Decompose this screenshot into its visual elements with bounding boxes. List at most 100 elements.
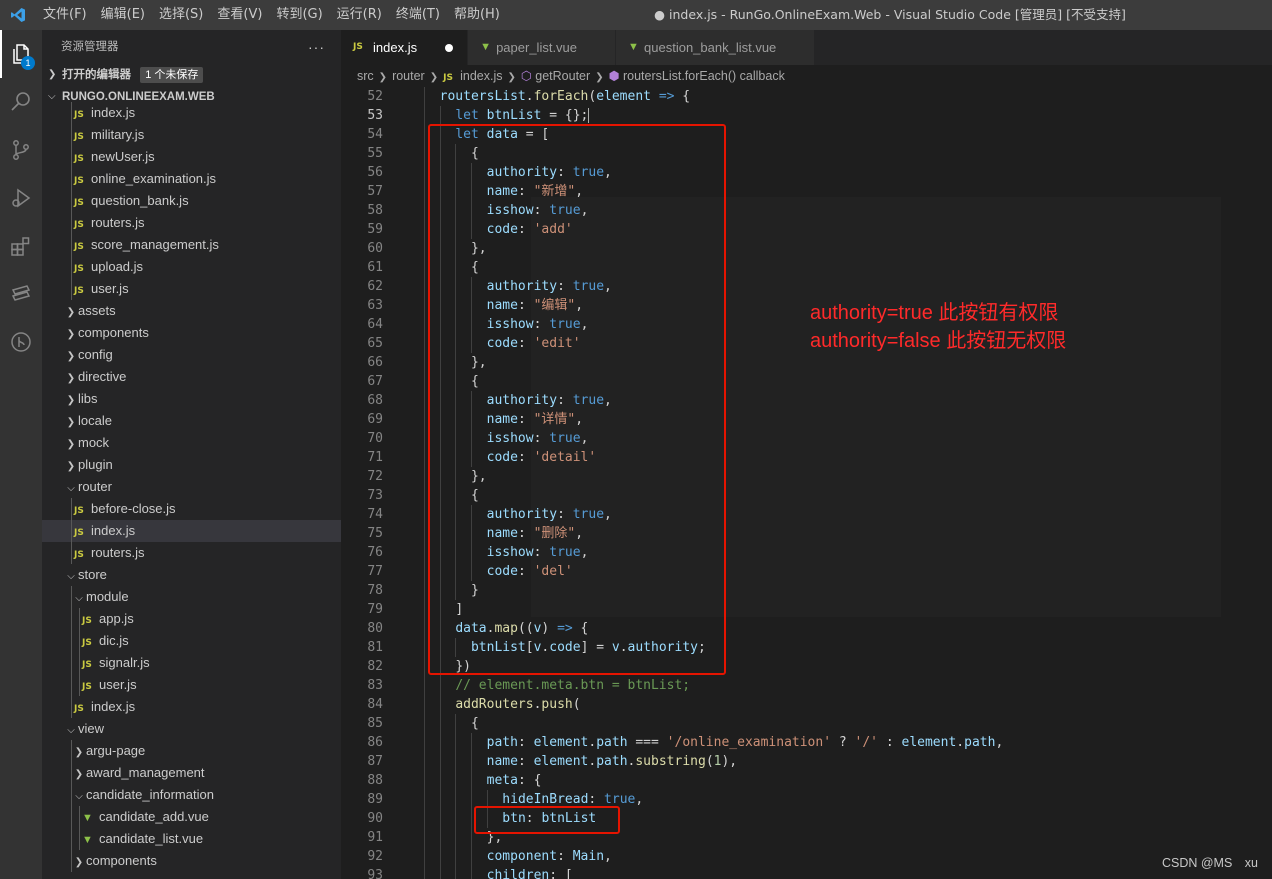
- code-token: :: [517, 735, 534, 750]
- code-token: let: [455, 108, 479, 123]
- line-number: 83: [367, 678, 383, 693]
- line-number: 63: [367, 298, 383, 313]
- file-item[interactable]: JS signalr.js: [42, 652, 341, 674]
- indent-guide: [424, 410, 425, 429]
- menu-item[interactable]: 文件(F): [36, 0, 94, 30]
- editor-tab[interactable]: ▼ paper_list.vue: [468, 30, 617, 65]
- breadcrumb-item[interactable]: index.js: [460, 69, 502, 83]
- file-item[interactable]: JS index.js: [42, 520, 341, 542]
- file-item[interactable]: JS military.js: [42, 124, 341, 146]
- indent-guide: [455, 847, 457, 866]
- file-item[interactable]: JS newUser.js: [42, 146, 341, 168]
- unsaved-dot-icon[interactable]: [445, 43, 454, 52]
- indent-guide: [71, 828, 72, 850]
- file-item[interactable]: JS question_bank.js: [42, 190, 341, 212]
- folder-item[interactable]: ❯ argu-page: [42, 740, 341, 762]
- indent-guide: [424, 809, 425, 828]
- line-number: 60: [367, 241, 383, 256]
- indent-guide: [455, 790, 457, 809]
- vue-file-icon: ▼: [480, 41, 491, 53]
- extensions-icon[interactable]: [0, 222, 42, 270]
- indent-guide: [470, 733, 472, 752]
- folder-item[interactable]: ❯ locale: [42, 410, 341, 432]
- open-editors-label: 打开的编辑器: [62, 69, 131, 81]
- file-item[interactable]: ▼ candidate_add.vue: [42, 806, 341, 828]
- menu-item[interactable]: 查看(V): [210, 0, 269, 30]
- code-token: path: [964, 735, 996, 750]
- indent-guide: [439, 771, 441, 790]
- folder-item[interactable]: ⌵ module: [42, 586, 341, 608]
- file-item[interactable]: JS score_management.js: [42, 234, 341, 256]
- folder-item[interactable]: ⌵ candidate_information: [42, 784, 341, 806]
- tree-item-label: routers.js: [91, 215, 145, 230]
- explorer-sidebar: 资源管理器 ··· ❯ 打开的编辑器 1 个未保存 ⌵ RUNGO.ONLINE…: [42, 30, 341, 879]
- folder-item[interactable]: ❯ assets: [42, 300, 341, 322]
- folder-item[interactable]: ❯ config: [42, 344, 341, 366]
- folder-item[interactable]: ❯ components: [42, 322, 341, 344]
- folder-item[interactable]: ❯ components: [42, 850, 341, 872]
- menu-item[interactable]: 运行(R): [330, 0, 389, 30]
- folder-item[interactable]: ⌵ store: [42, 564, 341, 586]
- git-lens-icon[interactable]: [0, 318, 42, 366]
- file-item[interactable]: JS online_examination.js: [42, 168, 341, 190]
- explorer-icon[interactable]: 1: [0, 30, 42, 78]
- code-token: substring: [635, 754, 706, 769]
- indent-guide: [424, 638, 425, 657]
- search-icon[interactable]: [0, 78, 42, 126]
- menu-item[interactable]: 编辑(E): [94, 0, 152, 30]
- indent-guide: [424, 467, 425, 486]
- file-item[interactable]: JS index.js: [42, 696, 341, 718]
- code-text: name: element.path.substring(1),: [487, 752, 738, 771]
- chevron-down-icon: ⌵: [67, 571, 75, 582]
- indent-guide: [455, 809, 457, 828]
- indent-guide: [424, 277, 425, 296]
- open-editors-section[interactable]: ❯ 打开的编辑器 1 个未保存: [42, 64, 341, 86]
- run-debug-icon[interactable]: [0, 174, 42, 222]
- folder-item[interactable]: ⌵ view: [42, 718, 341, 740]
- file-item[interactable]: JS user.js: [42, 278, 341, 300]
- folder-item[interactable]: ❯ directive: [42, 366, 341, 388]
- explorer-title: 资源管理器: [61, 41, 119, 53]
- file-item[interactable]: ▼ candidate_list.vue: [42, 828, 341, 850]
- breadcrumb-item[interactable]: src: [357, 69, 374, 83]
- file-item[interactable]: JS before-close.js: [42, 498, 341, 520]
- js-file-icon: JS: [74, 550, 84, 560]
- vue-file-icon: ▼: [82, 812, 93, 824]
- more-actions-icon[interactable]: ···: [308, 30, 325, 64]
- menu-item[interactable]: 转到(G): [269, 0, 329, 30]
- file-item[interactable]: JS routers.js: [42, 212, 341, 234]
- file-item[interactable]: JS index.js: [42, 102, 341, 124]
- file-item[interactable]: JS app.js: [42, 608, 341, 630]
- indent-guide: [424, 790, 425, 809]
- remote-icon[interactable]: [0, 270, 42, 318]
- breadcrumb-item[interactable]: router: [392, 69, 425, 83]
- breadcrumb-item[interactable]: routersList.forEach() callback: [623, 69, 785, 83]
- file-item[interactable]: JS routers.js: [42, 542, 341, 564]
- js-file-icon: JS: [74, 132, 84, 142]
- menu-item[interactable]: 帮助(H): [447, 0, 507, 30]
- code-token: meta: [486, 773, 518, 788]
- line-number: 89: [367, 792, 383, 807]
- folder-item[interactable]: ❯ libs: [42, 388, 341, 410]
- file-item[interactable]: JS upload.js: [42, 256, 341, 278]
- editor-tab[interactable]: JS index.js: [341, 30, 469, 65]
- code-editor[interactable]: 52 routersList.forEach(element => {53 let …: [341, 87, 1272, 879]
- tree-item-label: dic.js: [99, 633, 129, 648]
- line-number: 54: [367, 127, 383, 142]
- folder-item[interactable]: ⌵ router: [42, 476, 341, 498]
- folder-item[interactable]: ❯ plugin: [42, 454, 341, 476]
- menu-item[interactable]: 终端(T): [389, 0, 447, 30]
- breadcrumb-item[interactable]: getRouter: [535, 69, 590, 83]
- editor-tab[interactable]: ▼ question_bank_list.vue: [616, 30, 816, 65]
- chevron-down-icon: ⌵: [67, 483, 75, 494]
- folder-item[interactable]: ❯ award_management: [42, 762, 341, 784]
- source-control-icon[interactable]: [0, 126, 42, 174]
- folder-item[interactable]: ❯ mock: [42, 432, 341, 454]
- tree-item-label: online_examination.js: [91, 171, 217, 186]
- file-item[interactable]: JS dic.js: [42, 630, 341, 652]
- menu-item[interactable]: 选择(S): [152, 0, 210, 30]
- code-text: meta: {: [487, 771, 542, 790]
- line-number: 55: [367, 146, 383, 161]
- js-file-icon: JS: [74, 198, 84, 208]
- file-item[interactable]: JS user.js: [42, 674, 341, 696]
